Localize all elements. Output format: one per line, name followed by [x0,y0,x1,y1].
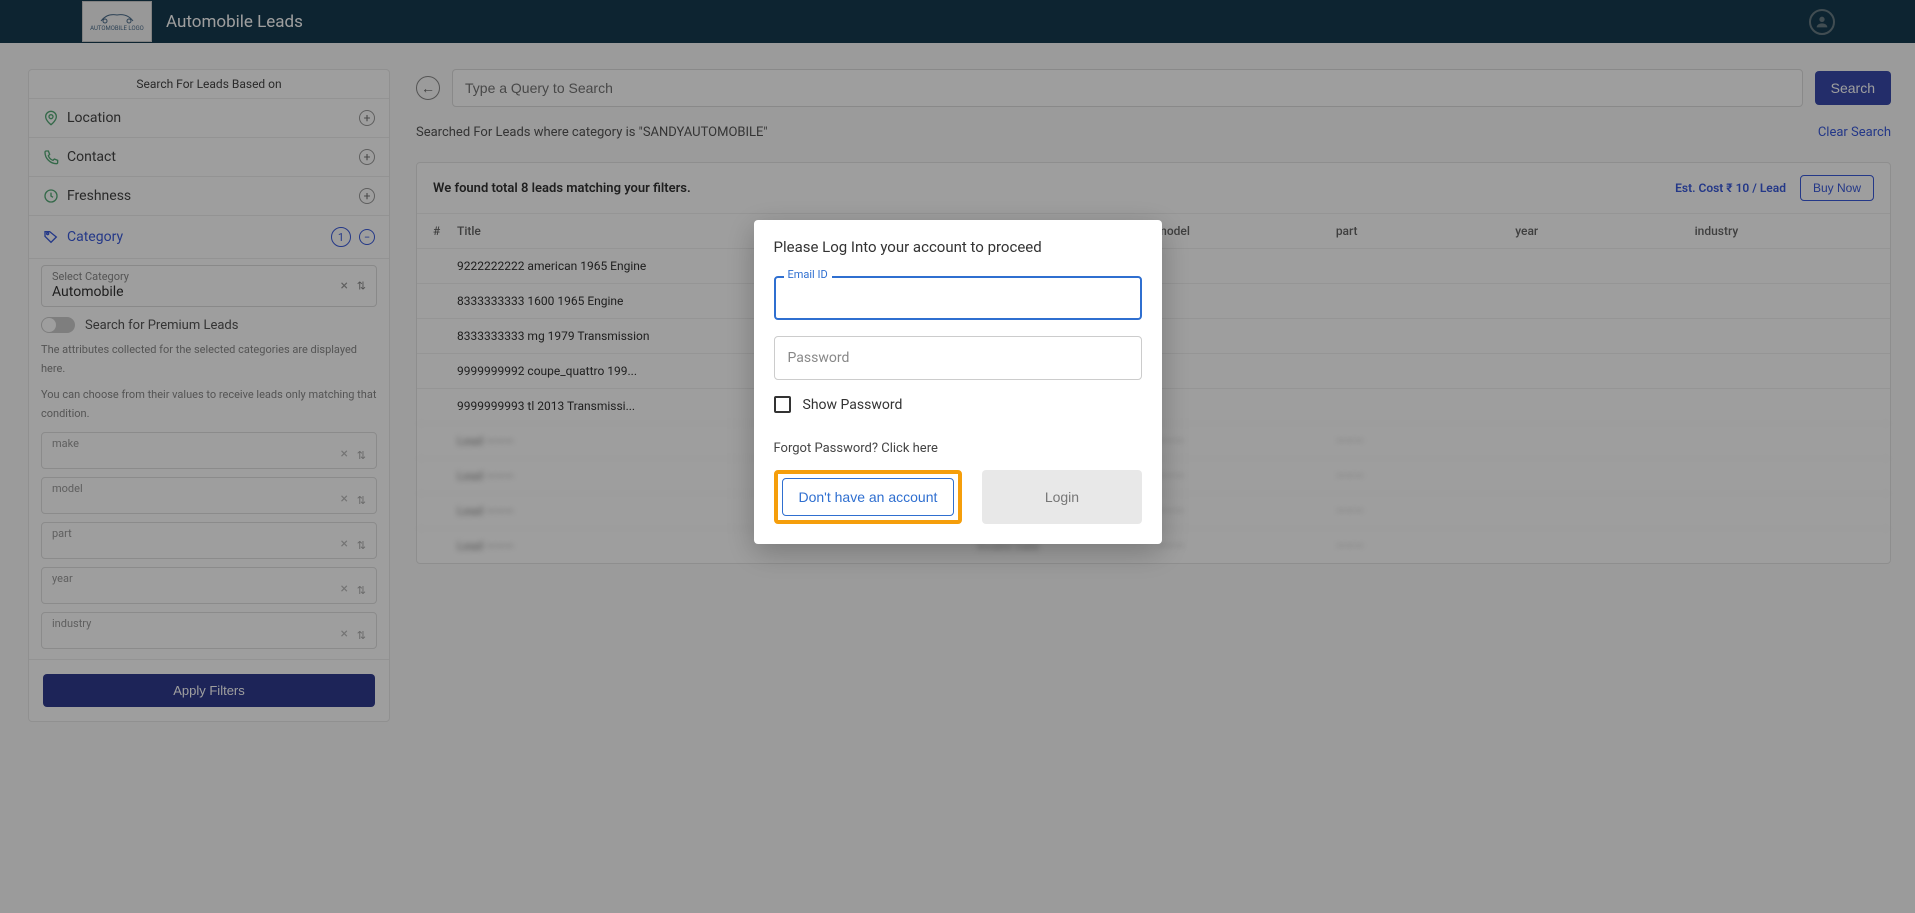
no-account-button[interactable]: Don't have an account [782,478,955,516]
login-modal: Please Log Into your account to proceed … [754,220,1162,544]
modal-title: Please Log Into your account to proceed [774,238,1142,256]
email-field-wrap: Email ID [774,276,1142,320]
login-button[interactable]: Login [982,470,1141,524]
show-password-label: Show Password [803,397,903,413]
password-field[interactable] [774,336,1142,380]
password-field-wrap: Password [774,336,1142,380]
show-password-checkbox[interactable] [774,396,791,413]
show-password-row[interactable]: Show Password [774,396,1142,413]
tutorial-highlight: Don't have an account [774,470,963,524]
email-field[interactable] [774,276,1142,320]
forgot-password-link[interactable]: Forgot Password? Click here [774,441,1142,456]
modal-overlay: Please Log Into your account to proceed … [0,0,1915,913]
modal-button-row: Don't have an account Login [774,470,1142,524]
email-label: Email ID [784,268,832,281]
